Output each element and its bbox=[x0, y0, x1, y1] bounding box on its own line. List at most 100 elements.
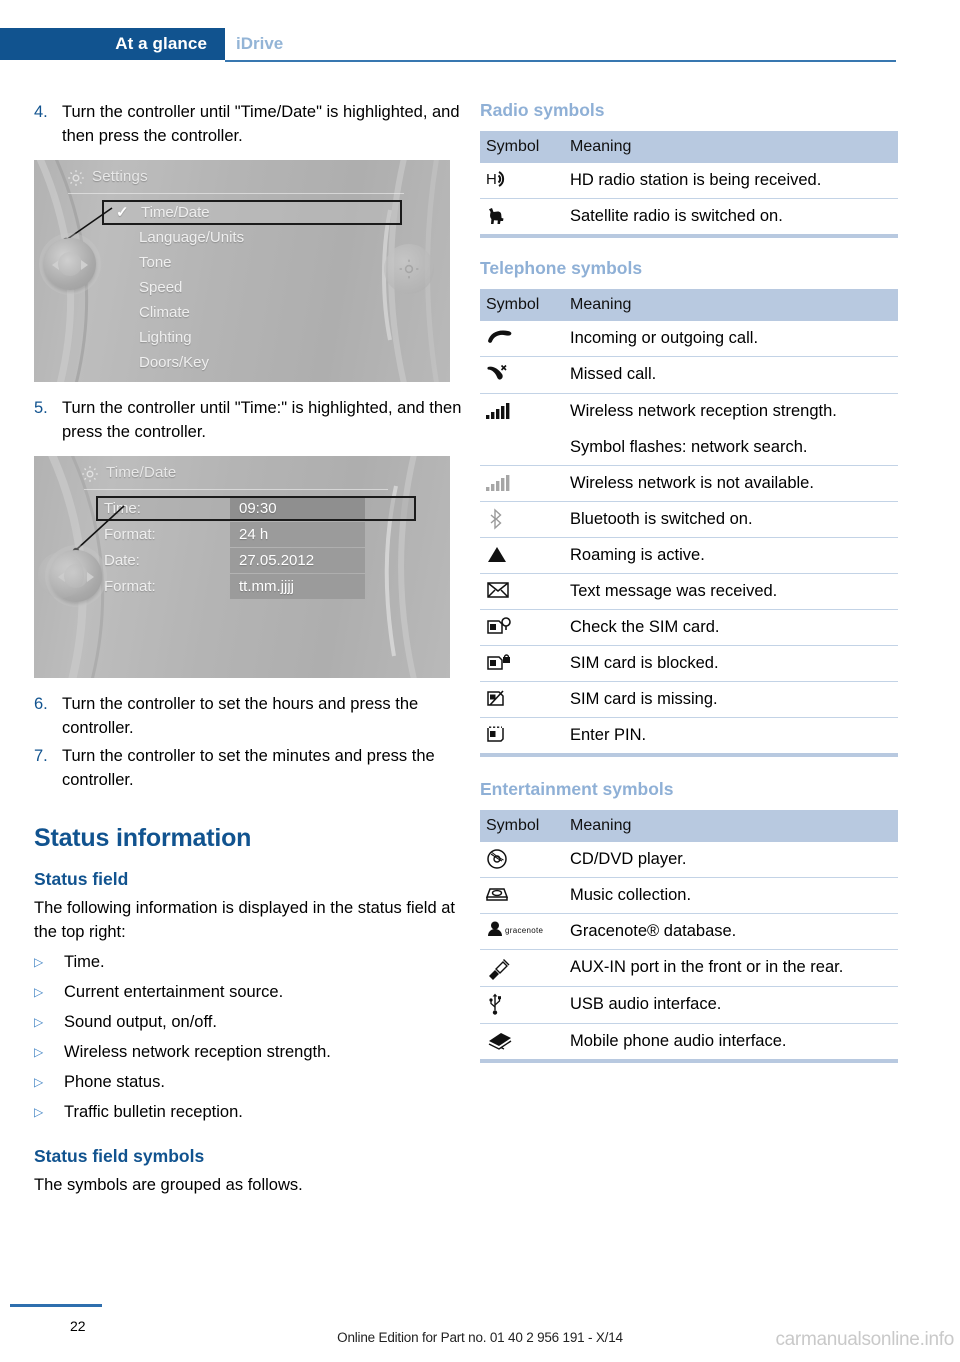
settings-menu-item[interactable]: Climate bbox=[102, 300, 402, 325]
list-item-label: Wireless network reception strength. bbox=[64, 1043, 331, 1061]
triangle-bullet-icon: ▷ bbox=[34, 1105, 44, 1119]
timedate-row-value: 27.05.2012 bbox=[230, 548, 365, 573]
table-row: Enter PIN. bbox=[480, 718, 898, 754]
table-row: SIM card is blocked. bbox=[480, 645, 898, 682]
svg-text:gracenote: gracenote bbox=[505, 926, 544, 935]
subheading-status-field: Status field bbox=[34, 869, 129, 889]
list-item: ▷ Current entertainment source. bbox=[34, 980, 466, 1004]
bluetooth-icon bbox=[480, 501, 570, 538]
idrive-controller-knob bbox=[44, 238, 96, 290]
table-row: USB audio interface. bbox=[480, 986, 898, 1024]
gear-icon bbox=[66, 168, 86, 188]
settings-menu-label: Time/Date bbox=[141, 204, 210, 221]
table-cell-meaning: Roaming is active. bbox=[570, 537, 898, 574]
step-text: Turn the controller to set the hours and… bbox=[62, 695, 419, 737]
settings-menu-list: ✓ Time/Date Language/Units Tone Speed Cli… bbox=[102, 200, 402, 375]
table-cell-meaning: Missed call. bbox=[570, 356, 898, 394]
right-column: Radio symbols Symbol Meaning H HD radio … bbox=[480, 100, 898, 1063]
list-item-label: Current entertainment source. bbox=[64, 983, 284, 1001]
step-number: 4. bbox=[34, 103, 48, 121]
step-number: 5. bbox=[34, 399, 48, 417]
table-row: Incoming or outgoing call. bbox=[480, 321, 898, 357]
satellite-radio-dog-icon bbox=[480, 199, 570, 235]
status-field-intro-text: The following information is displayed i… bbox=[34, 899, 455, 941]
column-header-symbol: Symbol bbox=[480, 289, 570, 321]
step-number: 6. bbox=[34, 695, 48, 713]
table-cell-meaning: Satellite radio is switched on. bbox=[570, 207, 783, 225]
table-cell-meaning: Incoming or outgoing call. bbox=[570, 321, 898, 357]
timedate-row[interactable]: Time: 09:30 bbox=[96, 496, 416, 521]
tab-at-a-glance[interactable]: At a glance bbox=[0, 28, 225, 60]
step-item: 7. Turn the controller to set the minute… bbox=[34, 744, 466, 792]
sim-check-icon bbox=[480, 609, 570, 646]
list-item: ▷ Phone status. bbox=[34, 1070, 466, 1094]
signal-bars-icon bbox=[480, 393, 570, 466]
column-header-symbol: Symbol bbox=[480, 131, 570, 163]
radio-symbols-table: Symbol Meaning H HD radio station is bei… bbox=[480, 131, 898, 238]
timedate-row-key: Format: bbox=[104, 578, 156, 595]
timedate-row[interactable]: Format: 24 h bbox=[96, 522, 416, 547]
triangle-bullet-icon: ▷ bbox=[34, 1075, 44, 1089]
table-cell-meaning: AUX-IN port in the front or in the rear. bbox=[570, 949, 898, 987]
table-row: Mobile phone audio interface. bbox=[480, 1024, 898, 1060]
step-item: 4. Turn the controller until "Time/Date"… bbox=[34, 100, 466, 148]
sim-missing-icon bbox=[480, 681, 570, 718]
timedate-row[interactable]: Format: tt.mm.jjjj bbox=[96, 574, 416, 599]
idrive-side-disc bbox=[384, 244, 434, 294]
idrive-screen-title: Settings bbox=[92, 168, 148, 185]
settings-menu-label: Language/Units bbox=[139, 229, 245, 246]
table-row: Wireless network reception strength. Sym… bbox=[480, 393, 898, 466]
tab-idrive[interactable]: iDrive bbox=[236, 28, 283, 60]
enter-pin-icon bbox=[480, 718, 570, 754]
gear-icon bbox=[80, 464, 100, 484]
music-collection-icon bbox=[480, 877, 570, 914]
list-item: ▷ Wireless network reception strength. bbox=[34, 1040, 466, 1064]
column-header-symbol: Symbol bbox=[480, 810, 570, 842]
table-cell-meaning: SIM card is blocked. bbox=[570, 645, 898, 682]
settings-menu-item[interactable]: Doors/Key bbox=[102, 350, 402, 375]
watermark-text: carmanualsonline.info bbox=[775, 1329, 954, 1350]
table-row: Music collection. bbox=[480, 877, 898, 914]
settings-menu-item[interactable]: Tone bbox=[102, 250, 402, 275]
idrive-timedate-screenshot: Time/Date Time: 09:30 Format: 24 h Date:… bbox=[34, 456, 450, 678]
mobile-phone-audio-icon bbox=[480, 1024, 570, 1060]
settings-menu-item[interactable]: Speed bbox=[102, 275, 402, 300]
settings-menu-item[interactable]: Lighting bbox=[102, 325, 402, 350]
triangle-bullet-icon: ▷ bbox=[34, 985, 44, 999]
table-cell-meaning: Wireless network is not available. bbox=[570, 465, 898, 502]
svg-text:H: H bbox=[486, 171, 497, 188]
left-column: 4. Turn the controller until "Time/Date"… bbox=[34, 100, 466, 1199]
settings-menu-item[interactable]: Language/Units bbox=[102, 225, 402, 250]
table-cell-meaning: Mobile phone audio interface. bbox=[570, 1032, 787, 1050]
table-row: Roaming is active. bbox=[480, 537, 898, 574]
list-item-label: Sound output, on/off. bbox=[64, 1013, 217, 1031]
timedate-rows: Time: 09:30 Format: 24 h Date: 27.05.201… bbox=[96, 496, 416, 600]
idrive-title-underline bbox=[84, 489, 388, 490]
subheading-status-field-symbols: Status field symbols bbox=[34, 1146, 205, 1166]
settings-menu-item[interactable]: ✓ Time/Date bbox=[102, 200, 402, 225]
list-item: ▷ Traffic bulletin reception. bbox=[34, 1100, 466, 1124]
settings-menu-label: Tone bbox=[139, 254, 172, 271]
step-item: 6. Turn the controller to set the hours … bbox=[34, 692, 466, 740]
table-bottom-rule bbox=[480, 234, 898, 238]
table-cell-meaning: CD/DVD player. bbox=[570, 842, 898, 878]
gracenote-icon: gracenote bbox=[480, 913, 570, 950]
table-row: Bluetooth is switched on. bbox=[480, 501, 898, 538]
status-field-symbols-intro-text: The symbols are grouped as follows. bbox=[34, 1176, 303, 1194]
timedate-row[interactable]: Date: 27.05.2012 bbox=[96, 548, 416, 573]
table-cell-meaning: Text message was received. bbox=[570, 573, 898, 610]
subheading-telephone-symbols: Telephone symbols bbox=[480, 258, 643, 278]
header-divider bbox=[225, 60, 896, 62]
subheading-entertainment-symbols: Entertainment symbols bbox=[480, 779, 674, 799]
idrive-screen-title: Time/Date bbox=[106, 464, 177, 481]
settings-menu-label: Doors/Key bbox=[139, 354, 210, 371]
cd-dvd-icon bbox=[480, 842, 570, 878]
list-item-label: Traffic bulletin reception. bbox=[64, 1103, 243, 1121]
timedate-row-value: tt.mm.jjjj bbox=[230, 574, 365, 599]
list-item-label: Phone status. bbox=[64, 1073, 165, 1091]
table-cell-meaning: Gracenote® database. bbox=[570, 913, 898, 950]
table-row: H HD radio station is being received. bbox=[480, 163, 898, 199]
table-row: Check the SIM card. bbox=[480, 609, 898, 646]
section-heading-status-information: Status information bbox=[34, 824, 252, 852]
table-cell-meaning: Wireless network reception strength. Sym… bbox=[570, 393, 898, 466]
